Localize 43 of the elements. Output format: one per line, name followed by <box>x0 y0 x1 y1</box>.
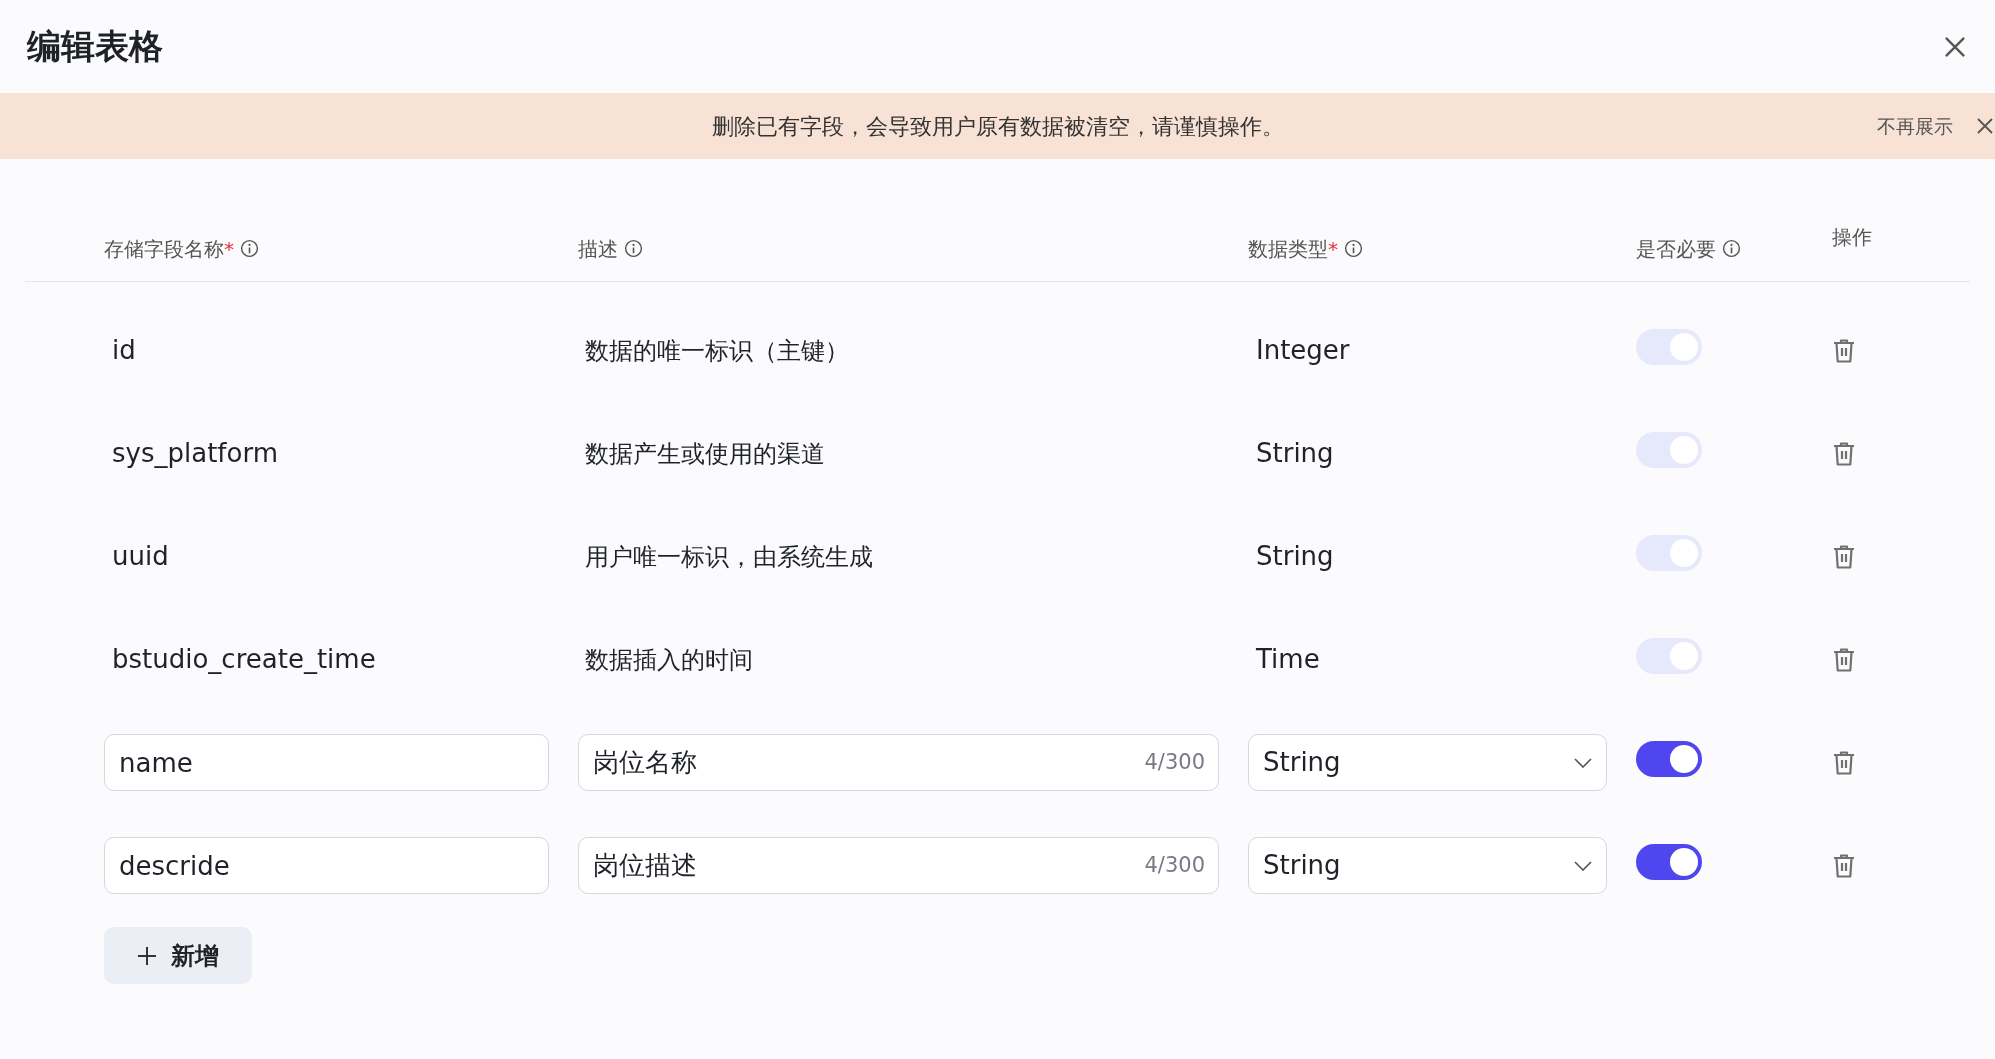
info-icon[interactable] <box>1722 239 1741 258</box>
info-icon[interactable] <box>1344 239 1363 258</box>
column-header: 描述 <box>578 237 618 261</box>
character-counter: 4/300 <box>1144 748 1205 776</box>
data-type: String <box>1255 540 1335 573</box>
info-icon[interactable] <box>240 239 259 258</box>
delete-icon[interactable] <box>1832 337 1856 364</box>
field-description: 数据的唯一标识（主键） <box>584 335 850 367</box>
data-type: String <box>1255 437 1335 470</box>
delete-icon[interactable] <box>1832 646 1856 673</box>
data-type: Time <box>1255 643 1321 676</box>
plus-icon <box>137 945 157 966</box>
field-name: sys_platform <box>111 437 279 470</box>
dialog-title: 编辑表格 <box>27 26 163 67</box>
field-description: 用户唯一标识，由系统生成 <box>584 541 874 573</box>
column-header: 是否必要 <box>1636 237 1716 261</box>
type-select[interactable]: String <box>1248 734 1607 791</box>
field-description: 数据插入的时间 <box>584 644 754 676</box>
chevron-down-icon <box>1574 757 1592 768</box>
chevron-down-icon <box>1574 860 1592 871</box>
delete-icon[interactable] <box>1832 440 1856 467</box>
type-select[interactable]: String <box>1248 837 1607 894</box>
warning-message: 删除已有字段，会导致用户原有数据被清空，请谨慎操作。 <box>711 112 1284 141</box>
name-input[interactable]: descride <box>104 837 549 894</box>
dismiss-link[interactable]: 不再展示 <box>1877 111 1953 141</box>
name-input[interactable]: name <box>104 734 549 791</box>
field-name: uuid <box>111 540 170 573</box>
field-name: bstudio_create_time <box>111 643 377 676</box>
close-icon[interactable] <box>1975 116 1995 136</box>
column-header: 数据类型* <box>1248 237 1338 261</box>
delete-icon[interactable] <box>1832 543 1856 570</box>
column-header: 存储字段名称* <box>104 237 234 261</box>
add-button[interactable]: 新增 <box>104 927 252 984</box>
character-counter: 4/300 <box>1144 851 1205 879</box>
field-name: id <box>111 334 137 367</box>
info-icon[interactable] <box>624 239 643 258</box>
required-toggle[interactable] <box>1636 844 1702 880</box>
data-type: Integer <box>1255 334 1351 367</box>
column-header: 操作 <box>1832 225 1872 249</box>
required-toggle[interactable] <box>1636 741 1702 777</box>
delete-icon[interactable] <box>1832 749 1856 776</box>
delete-icon[interactable] <box>1832 852 1856 879</box>
field-description: 数据产生或使用的渠道 <box>584 438 826 470</box>
